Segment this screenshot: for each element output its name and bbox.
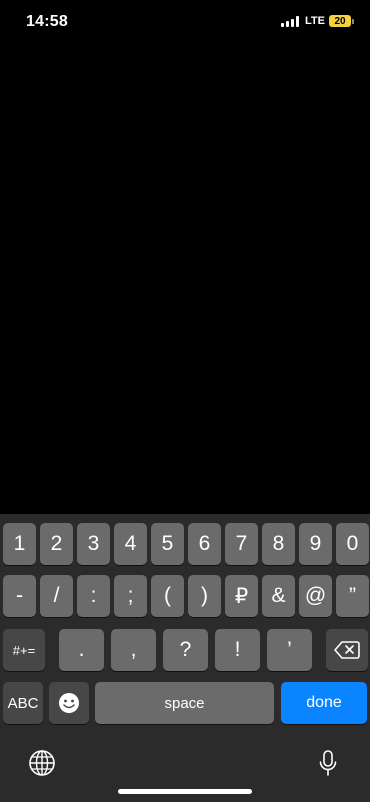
emoji-key[interactable]: [49, 682, 89, 724]
cellular-signal-icon: [281, 15, 300, 27]
key-2[interactable]: 2: [40, 523, 73, 565]
globe-icon[interactable]: [27, 748, 57, 778]
microphone-icon[interactable]: [313, 748, 343, 778]
key-8[interactable]: 8: [262, 523, 295, 565]
key-at[interactable]: @: [299, 575, 332, 617]
backspace-icon: [334, 641, 360, 659]
key-5[interactable]: 5: [151, 523, 184, 565]
network-type: LTE: [305, 15, 325, 27]
key-4[interactable]: 4: [114, 523, 147, 565]
key-apostrophe[interactable]: ’: [267, 629, 312, 671]
key-exclamation[interactable]: !: [215, 629, 260, 671]
key-1[interactable]: 1: [3, 523, 36, 565]
key-close-paren[interactable]: ): [188, 575, 221, 617]
key-9[interactable]: 9: [299, 523, 332, 565]
space-key[interactable]: space: [95, 682, 274, 724]
key-slash[interactable]: /: [40, 575, 73, 617]
numeric-keyboard: 1 2 3 4 5 6 7 8 9 0 - / : ; ( ) ₽ & @ ” …: [0, 514, 370, 802]
battery-level: 20: [329, 15, 351, 27]
status-time: 14:58: [26, 13, 68, 30]
main-content-area: [0, 44, 370, 514]
key-ruble[interactable]: ₽: [225, 575, 258, 617]
status-indicators: LTE 20: [281, 15, 354, 27]
key-quote[interactable]: ”: [336, 575, 369, 617]
abc-mode-key[interactable]: ABC: [3, 682, 43, 724]
battery-icon: 20: [329, 15, 354, 27]
delete-key[interactable]: [326, 629, 368, 671]
home-indicator[interactable]: [118, 789, 252, 794]
key-question[interactable]: ?: [163, 629, 208, 671]
emoji-icon: [59, 693, 79, 713]
key-colon[interactable]: :: [77, 575, 110, 617]
key-comma[interactable]: ,: [111, 629, 156, 671]
status-bar: 14:58 LTE 20: [0, 0, 370, 44]
key-7[interactable]: 7: [225, 523, 258, 565]
key-3[interactable]: 3: [77, 523, 110, 565]
key-hyphen[interactable]: -: [3, 575, 36, 617]
key-ampersand[interactable]: &: [262, 575, 295, 617]
done-key[interactable]: done: [281, 682, 367, 724]
key-period[interactable]: .: [59, 629, 104, 671]
key-6[interactable]: 6: [188, 523, 221, 565]
symbols-mode-key[interactable]: #+=: [3, 629, 45, 671]
key-semicolon[interactable]: ;: [114, 575, 147, 617]
key-0[interactable]: 0: [336, 523, 369, 565]
battery-tip: [352, 18, 354, 24]
key-open-paren[interactable]: (: [151, 575, 184, 617]
